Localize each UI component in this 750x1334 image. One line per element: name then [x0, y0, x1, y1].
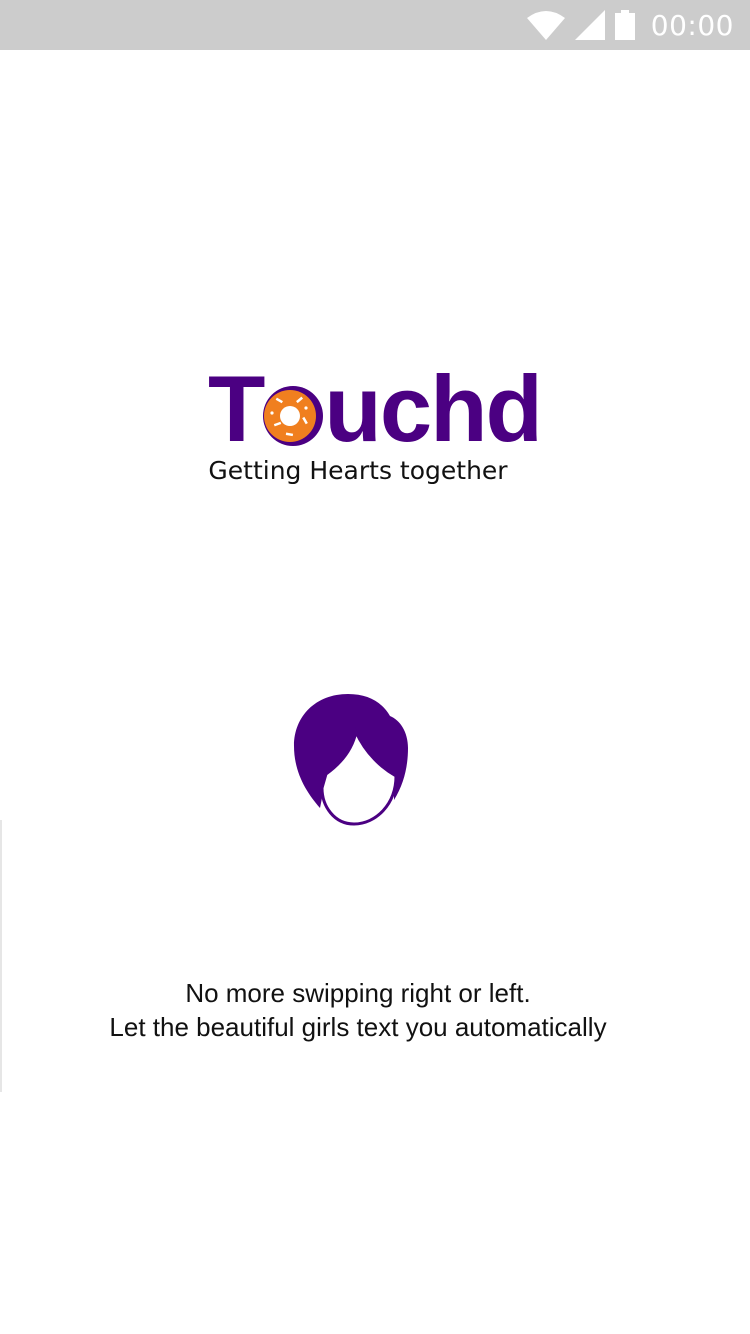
status-icons: 00:00 [526, 0, 734, 50]
status-time: 00:00 [650, 8, 734, 42]
status-bar: 00:00 [0, 0, 750, 50]
left-edge-divider [0, 820, 2, 1092]
intro-message: No more swipping right or left. Let the … [0, 976, 716, 1044]
wifi-icon [526, 11, 565, 40]
logo-letters-rest: uchd [324, 356, 543, 461]
intro-message-line-2: Let the beautiful girls text you automat… [109, 1012, 607, 1042]
female-avatar-icon [294, 694, 408, 826]
signal-icon [574, 10, 605, 40]
logo-letter-t: T [208, 356, 265, 461]
donut-icon [262, 374, 324, 446]
intro-message-line-1: No more swipping right or left. [185, 978, 531, 1008]
battery-icon [614, 10, 635, 40]
app-tagline: Getting Hearts together [208, 456, 508, 485]
logo-wordmark: T uchd [208, 356, 543, 461]
